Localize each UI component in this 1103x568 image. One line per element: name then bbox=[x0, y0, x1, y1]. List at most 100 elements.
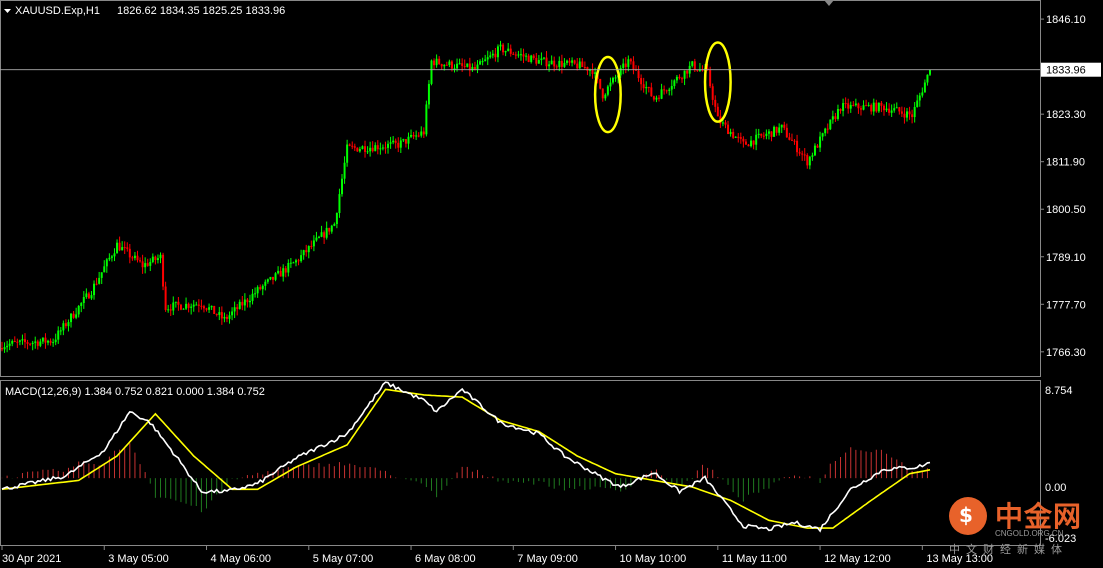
candle bbox=[632, 56, 635, 75]
candle bbox=[397, 137, 400, 153]
candle bbox=[916, 94, 919, 108]
candle-body bbox=[681, 78, 684, 80]
candle-body bbox=[422, 131, 425, 135]
candle-body bbox=[243, 299, 246, 306]
candle-body bbox=[494, 53, 497, 58]
candle bbox=[356, 147, 359, 152]
candle-body bbox=[300, 255, 303, 262]
candle bbox=[238, 299, 241, 310]
candle bbox=[555, 64, 558, 70]
candle-body bbox=[847, 103, 850, 109]
candle-body bbox=[458, 63, 461, 65]
candle-body bbox=[100, 272, 103, 278]
candle bbox=[494, 48, 497, 62]
candle-body bbox=[85, 293, 88, 298]
candle-body bbox=[816, 145, 819, 148]
candle bbox=[622, 58, 625, 75]
candle bbox=[57, 326, 60, 344]
candle bbox=[384, 141, 387, 154]
candle-body bbox=[573, 60, 576, 64]
candle-body bbox=[435, 58, 438, 66]
candle bbox=[542, 57, 545, 60]
candle-body bbox=[87, 293, 90, 299]
candle-body bbox=[228, 315, 231, 319]
candle bbox=[458, 58, 461, 65]
time-tick-label: 4 May 06:00 bbox=[211, 553, 272, 565]
candle-body bbox=[312, 240, 315, 247]
chart-canvas[interactable]: 1846.101834.501823.301811.901800.501789.… bbox=[0, 0, 1103, 568]
candle bbox=[177, 296, 180, 311]
candle-body bbox=[578, 61, 581, 69]
time-tick-label: 11 May 11:00 bbox=[722, 553, 787, 565]
candle-body bbox=[865, 105, 868, 107]
candle bbox=[652, 95, 655, 102]
candle-body bbox=[159, 254, 162, 259]
candle bbox=[724, 120, 727, 129]
candle bbox=[361, 145, 364, 150]
candle-body bbox=[397, 142, 400, 148]
candle bbox=[241, 295, 244, 311]
candle bbox=[670, 79, 673, 96]
scroll-marker-icon[interactable] bbox=[824, 0, 834, 6]
candle-body bbox=[829, 119, 832, 130]
candle bbox=[274, 272, 277, 282]
candle-body bbox=[110, 256, 113, 258]
candle bbox=[568, 57, 571, 66]
candle bbox=[233, 301, 236, 319]
candle-body bbox=[384, 147, 387, 149]
symbol-dropdown-icon[interactable] bbox=[4, 9, 11, 13]
candle bbox=[197, 299, 200, 313]
candle-body bbox=[594, 72, 597, 74]
candle bbox=[279, 266, 282, 277]
candle bbox=[98, 271, 101, 285]
macd-pane-frame bbox=[0, 380, 1041, 546]
price-tick-label: 1846.10 bbox=[1046, 14, 1086, 26]
candle bbox=[583, 61, 586, 70]
candle bbox=[893, 103, 896, 113]
candle bbox=[496, 44, 499, 63]
candle-body bbox=[169, 309, 172, 311]
candle bbox=[637, 65, 640, 82]
candle bbox=[141, 254, 144, 274]
candle-body bbox=[213, 305, 216, 315]
candle-body bbox=[182, 308, 185, 310]
candle-body bbox=[118, 242, 121, 251]
candle-body bbox=[126, 247, 129, 249]
candle-body bbox=[49, 340, 52, 343]
candle bbox=[108, 253, 111, 262]
candle-body bbox=[59, 330, 62, 332]
candle bbox=[453, 64, 456, 73]
candle bbox=[358, 146, 361, 153]
candle bbox=[798, 148, 801, 156]
candle-body bbox=[849, 104, 852, 109]
candle bbox=[826, 123, 829, 134]
candle bbox=[29, 342, 32, 346]
candle-body bbox=[872, 102, 875, 112]
candle bbox=[532, 54, 535, 60]
candle-body bbox=[918, 95, 921, 101]
candle-body bbox=[90, 295, 93, 299]
candle bbox=[256, 285, 259, 298]
candle bbox=[681, 76, 684, 83]
candle-body bbox=[26, 342, 29, 344]
candle bbox=[550, 55, 553, 65]
candle bbox=[392, 136, 395, 145]
candle-body bbox=[550, 60, 553, 65]
candle bbox=[133, 251, 136, 261]
candle-body bbox=[36, 341, 39, 346]
candle-body bbox=[831, 116, 834, 120]
candle bbox=[34, 336, 37, 349]
candle-body bbox=[215, 314, 218, 316]
candle bbox=[796, 134, 799, 157]
candle-body bbox=[793, 140, 796, 142]
candle bbox=[678, 74, 681, 80]
candle-body bbox=[320, 232, 323, 237]
candle bbox=[282, 264, 285, 282]
candle-body bbox=[141, 261, 144, 268]
candle-body bbox=[895, 107, 898, 109]
candle bbox=[440, 63, 443, 70]
candle-body bbox=[757, 133, 760, 135]
candle-body bbox=[70, 313, 73, 323]
candle-body bbox=[645, 87, 648, 89]
candle-body bbox=[553, 60, 556, 67]
